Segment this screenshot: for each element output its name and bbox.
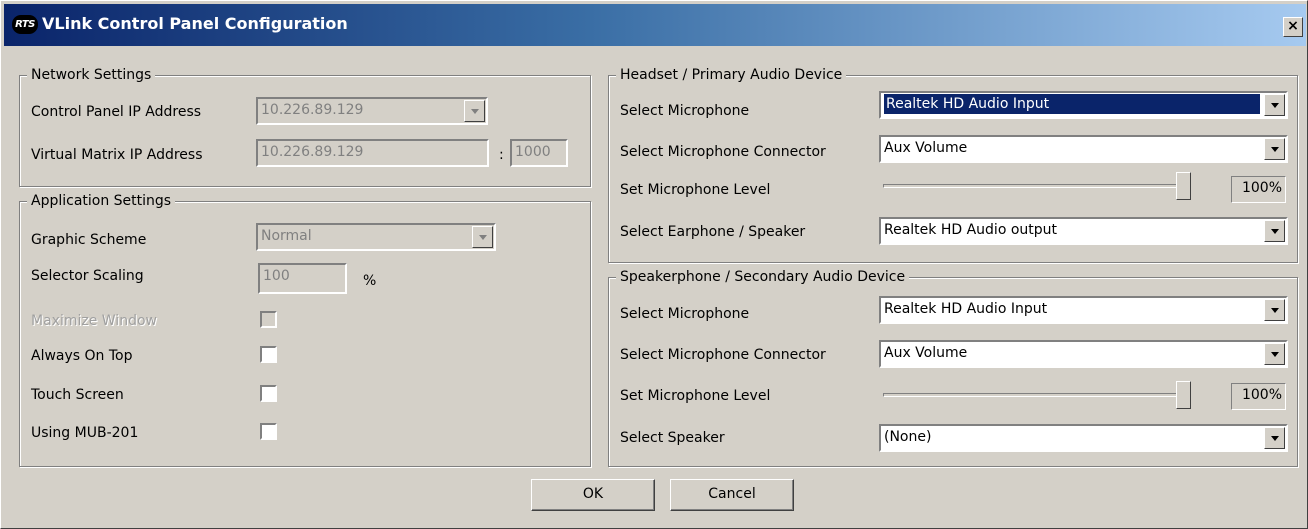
title-bar: RTS VLink Control Panel Configuration × xyxy=(4,4,1306,46)
speakerphone-level-label: Set Microphone Level xyxy=(620,388,771,404)
speakerphone-level-readout: 100% xyxy=(1231,383,1286,410)
vm-ip-input[interactable]: 10.226.89.129 xyxy=(256,139,489,167)
using-mub-label: Using MUB-201 xyxy=(31,425,139,441)
headset-speaker-label: Select Earphone / Speaker xyxy=(620,224,806,240)
chevron-down-icon[interactable] xyxy=(472,226,493,248)
headset-mic-dropdown[interactable]: Realtek HD Audio Input xyxy=(879,91,1288,119)
using-mub-checkbox[interactable] xyxy=(260,423,277,440)
headset-connector-label: Select Microphone Connector xyxy=(620,144,826,160)
graphic-scheme-value: Normal xyxy=(261,228,312,244)
chevron-down-icon[interactable] xyxy=(464,100,485,122)
speakerphone-mic-value: Realtek HD Audio Input xyxy=(884,301,1048,317)
always-on-top-checkbox[interactable] xyxy=(260,346,277,363)
headset-mic-value: Realtek HD Audio Input xyxy=(884,94,1260,114)
config-window: RTS VLink Control Panel Configuration × … xyxy=(0,0,1308,529)
window-title: VLink Control Panel Configuration xyxy=(42,14,348,33)
touch-screen-checkbox[interactable] xyxy=(260,385,277,402)
network-settings-legend: Network Settings xyxy=(27,67,156,83)
headset-speaker-dropdown[interactable]: Realtek HD Audio output xyxy=(879,217,1288,245)
graphic-scheme-dropdown[interactable]: Normal xyxy=(256,223,496,251)
speakerphone-speaker-dropdown[interactable]: (None) xyxy=(879,424,1288,452)
speakerphone-mic-dropdown[interactable]: Realtek HD Audio Input xyxy=(879,296,1288,324)
application-settings-legend: Application Settings xyxy=(27,193,176,209)
headset-level-slider-thumb[interactable] xyxy=(1176,172,1191,200)
speakerphone-level-slider-thumb[interactable] xyxy=(1176,381,1191,409)
chevron-down-icon[interactable] xyxy=(1264,94,1285,116)
speakerphone-connector-value: Aux Volume xyxy=(884,345,968,361)
cp-ip-label: Control Panel IP Address xyxy=(31,104,202,120)
maximize-window-checkbox[interactable] xyxy=(260,311,277,328)
graphic-scheme-label: Graphic Scheme xyxy=(31,232,147,248)
speakerphone-connector-label: Select Microphone Connector xyxy=(620,347,826,363)
headset-mic-label: Select Microphone xyxy=(620,103,750,119)
chevron-down-icon[interactable] xyxy=(1264,427,1285,449)
vm-port-input[interactable]: 1000 xyxy=(510,139,568,167)
headset-level-label: Set Microphone Level xyxy=(620,182,771,198)
speakerphone-mic-label: Select Microphone xyxy=(620,306,750,322)
cp-ip-dropdown[interactable]: 10.226.89.129 xyxy=(256,97,488,125)
speakerphone-speaker-value: (None) xyxy=(884,429,932,445)
touch-screen-label: Touch Screen xyxy=(31,387,124,403)
headset-level-slider-track[interactable] xyxy=(883,184,1191,188)
speakerphone-connector-dropdown[interactable]: Aux Volume xyxy=(879,340,1288,368)
selector-scaling-unit: % xyxy=(363,273,377,289)
close-button[interactable]: × xyxy=(1283,17,1303,37)
vm-ip-label: Virtual Matrix IP Address xyxy=(31,147,203,163)
headset-level-readout: 100% xyxy=(1231,176,1286,203)
selector-scaling-input[interactable]: 100 xyxy=(258,263,347,294)
ok-button[interactable]: OK xyxy=(531,479,655,511)
chevron-down-icon[interactable] xyxy=(1264,343,1285,365)
headset-legend: Headset / Primary Audio Device xyxy=(616,67,847,83)
cp-ip-value: 10.226.89.129 xyxy=(261,102,364,118)
speakerphone-level-slider-track[interactable] xyxy=(883,393,1191,397)
maximize-window-label: Maximize Window xyxy=(31,313,157,329)
port-separator: : xyxy=(499,147,504,163)
chevron-down-icon[interactable] xyxy=(1264,220,1285,242)
speakerphone-speaker-label: Select Speaker xyxy=(620,430,725,446)
cancel-button[interactable]: Cancel xyxy=(670,479,794,511)
network-settings-group: Network Settings xyxy=(19,67,591,187)
speakerphone-legend: Speakerphone / Secondary Audio Device xyxy=(616,269,910,285)
headset-speaker-value: Realtek HD Audio output xyxy=(884,222,1058,238)
headset-connector-dropdown[interactable]: Aux Volume xyxy=(879,135,1288,163)
selector-scaling-label: Selector Scaling xyxy=(31,268,144,284)
chevron-down-icon[interactable] xyxy=(1264,138,1285,160)
chevron-down-icon[interactable] xyxy=(1264,299,1285,321)
rts-logo-icon: RTS xyxy=(12,15,38,34)
headset-connector-value: Aux Volume xyxy=(884,140,968,156)
always-on-top-label: Always On Top xyxy=(31,348,133,364)
